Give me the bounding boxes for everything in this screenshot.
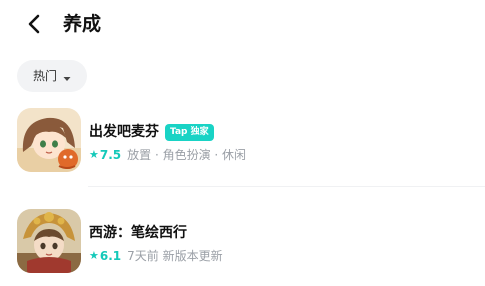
sort-filter-dropdown[interactable]: 热门 [17, 60, 87, 92]
game-update-status: 7天前 新版本更新 [127, 249, 223, 263]
game-title-row: 西游：笔绘西行 [89, 223, 187, 243]
caret-down-icon [63, 67, 71, 86]
game-name: 出发吧麦芬 [89, 124, 159, 140]
sort-filter-label: 热门 [32, 69, 57, 83]
game-list-item[interactable]: 出发吧麦芬 Tap 独家 ★ 7.5 放置 · 角色扮演 · 休闲 [17, 108, 477, 172]
star-icon: ★ [89, 249, 99, 262]
game-meta-row: ★ 7.5 放置 · 角色扮演 · 休闲 [89, 146, 246, 164]
page-title: 养成 [63, 13, 102, 35]
page: 养成 热门 出发吧麦芬 Tap 独家 ★ 7.5 放置 · 角色扮演 · 休闲 … [0, 0, 485, 286]
game-title-row: 出发吧麦芬 Tap 独家 [89, 122, 214, 142]
header: 养成 [0, 0, 485, 48]
game-rating: 7.5 [99, 148, 122, 162]
game-icon [17, 209, 81, 273]
game-list-item[interactable]: 西游：笔绘西行 ★ 6.1 7天前 新版本更新 [17, 209, 477, 273]
tap-exclusive-badge: Tap 独家 [165, 123, 214, 141]
back-button[interactable] [22, 11, 48, 37]
game-rating: 6.1 [99, 249, 122, 263]
star-icon: ★ [89, 148, 99, 161]
list-divider [88, 186, 485, 187]
game-meta-row: ★ 6.1 7天前 新版本更新 [89, 247, 223, 265]
chevron-left-icon [28, 14, 40, 34]
game-tags: 放置 · 角色扮演 · 休闲 [127, 148, 247, 162]
game-icon [17, 108, 81, 172]
game-name: 西游：笔绘西行 [89, 225, 187, 241]
